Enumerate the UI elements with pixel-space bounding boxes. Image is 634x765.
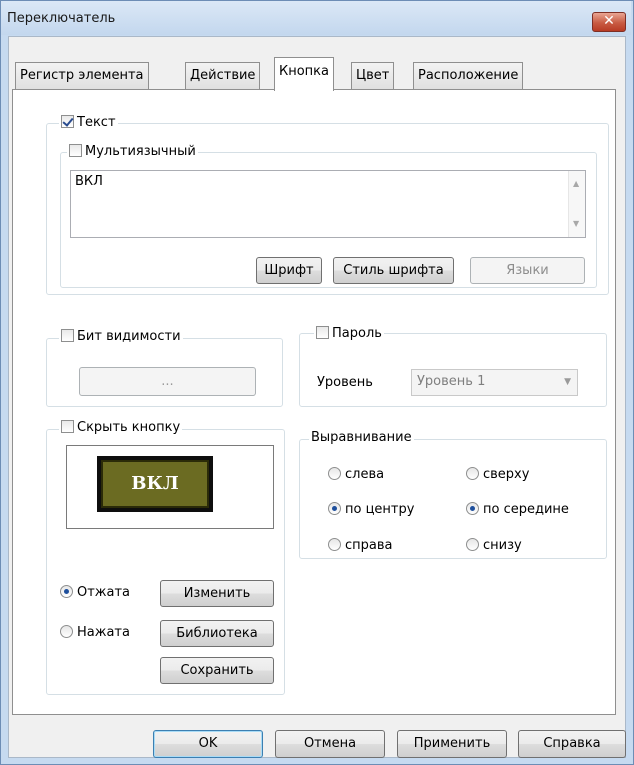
tab-element-register[interactable]: Регистр элемента xyxy=(15,62,149,89)
visibility-address-button[interactable]: ... xyxy=(79,367,256,396)
align-center-radio[interactable]: по центру xyxy=(328,502,414,517)
tab-action[interactable]: Действие xyxy=(185,62,261,89)
button-preview-shape: ВКЛ xyxy=(97,456,213,512)
library-button[interactable]: Библиотека xyxy=(160,620,274,647)
align-right-label: справа xyxy=(345,538,393,553)
hide-button-checkbox-box[interactable] xyxy=(61,420,74,433)
text-checkbox-box[interactable] xyxy=(61,115,74,128)
state-released-label: Отжата xyxy=(77,585,131,600)
button-text-input[interactable]: ВКЛ ▲ ▼ xyxy=(70,170,586,238)
languages-button[interactable]: Языки xyxy=(470,257,585,284)
align-top-radio-dot[interactable] xyxy=(466,467,479,480)
tab-position[interactable]: Расположение xyxy=(413,62,524,89)
scroll-up-icon[interactable]: ▲ xyxy=(573,179,579,188)
align-middle-radio-dot[interactable] xyxy=(466,502,479,515)
align-top-radio[interactable]: сверху xyxy=(466,467,529,482)
hide-button-checkbox[interactable]: Скрыть кнопку xyxy=(59,420,183,436)
align-bottom-label: снизу xyxy=(483,538,522,553)
change-button[interactable]: Изменить xyxy=(160,580,274,607)
text-checkbox[interactable]: Текст xyxy=(59,115,118,131)
align-left-label: слева xyxy=(345,467,385,482)
align-left-radio[interactable]: слева xyxy=(328,467,384,482)
multilang-checkbox-box[interactable] xyxy=(69,144,82,157)
scroll-down-icon[interactable]: ▼ xyxy=(573,219,579,228)
window-title: Переключатель xyxy=(7,11,116,26)
password-level-label: Уровень xyxy=(317,375,373,390)
text-scrollbar[interactable]: ▲ ▼ xyxy=(568,171,585,237)
hide-button-checkbox-label: Скрыть кнопку xyxy=(77,420,181,435)
align-right-radio-dot[interactable] xyxy=(328,538,341,551)
multilang-checkbox[interactable]: Мультиязычный xyxy=(67,144,198,160)
state-pressed-radio[interactable]: Нажата xyxy=(60,625,130,640)
state-pressed-radio-dot[interactable] xyxy=(60,625,73,638)
button-text-value: ВКЛ xyxy=(75,174,103,189)
align-center-radio-dot[interactable] xyxy=(328,502,341,515)
chevron-down-icon: ▼ xyxy=(564,377,571,387)
align-bottom-radio[interactable]: снизу xyxy=(466,538,522,553)
state-pressed-label: Нажата xyxy=(77,625,130,640)
text-checkbox-label: Текст xyxy=(77,115,116,130)
align-top-label: сверху xyxy=(483,467,530,482)
align-middle-radio[interactable]: по середине xyxy=(466,502,569,517)
ok-button[interactable]: OK xyxy=(153,730,263,758)
alignment-title: Выравнивание xyxy=(309,430,414,446)
align-bottom-radio-dot[interactable] xyxy=(466,538,479,551)
tab-button[interactable]: Кнопка xyxy=(274,57,335,91)
help-button[interactable]: Справка xyxy=(518,730,626,758)
cancel-button[interactable]: Отмена xyxy=(275,730,385,758)
align-left-radio-dot[interactable] xyxy=(328,467,341,480)
password-level-value: Уровень 1 xyxy=(417,374,486,389)
align-center-label: по центру xyxy=(345,502,415,517)
state-released-radio[interactable]: Отжата xyxy=(60,585,130,600)
button-preview: ВКЛ xyxy=(66,445,274,529)
state-released-radio-dot[interactable] xyxy=(60,585,73,598)
visibility-bit-checkbox[interactable]: Бит видимости xyxy=(59,329,183,345)
font-button[interactable]: Шрифт xyxy=(256,257,322,284)
password-level-select[interactable]: Уровень 1 ▼ xyxy=(411,369,578,396)
password-checkbox[interactable]: Пароль xyxy=(314,326,384,342)
visibility-checkbox-label: Бит видимости xyxy=(77,329,181,344)
apply-button[interactable]: Применить xyxy=(397,730,507,758)
tab-color[interactable]: Цвет xyxy=(351,62,395,89)
close-icon[interactable]: ✕ xyxy=(592,12,626,32)
button-preview-label: ВКЛ xyxy=(101,460,209,508)
font-style-button[interactable]: Стиль шрифта xyxy=(333,257,454,284)
visibility-checkbox-box[interactable] xyxy=(61,329,74,342)
multilang-checkbox-label: Мультиязычный xyxy=(85,144,196,159)
align-right-radio[interactable]: справа xyxy=(328,538,393,553)
password-checkbox-label: Пароль xyxy=(332,326,382,341)
title-bar: Переключатель xyxy=(1,1,631,35)
password-checkbox-box[interactable] xyxy=(316,326,329,339)
align-middle-label: по середине xyxy=(483,502,569,517)
save-button[interactable]: Сохранить xyxy=(160,657,274,684)
